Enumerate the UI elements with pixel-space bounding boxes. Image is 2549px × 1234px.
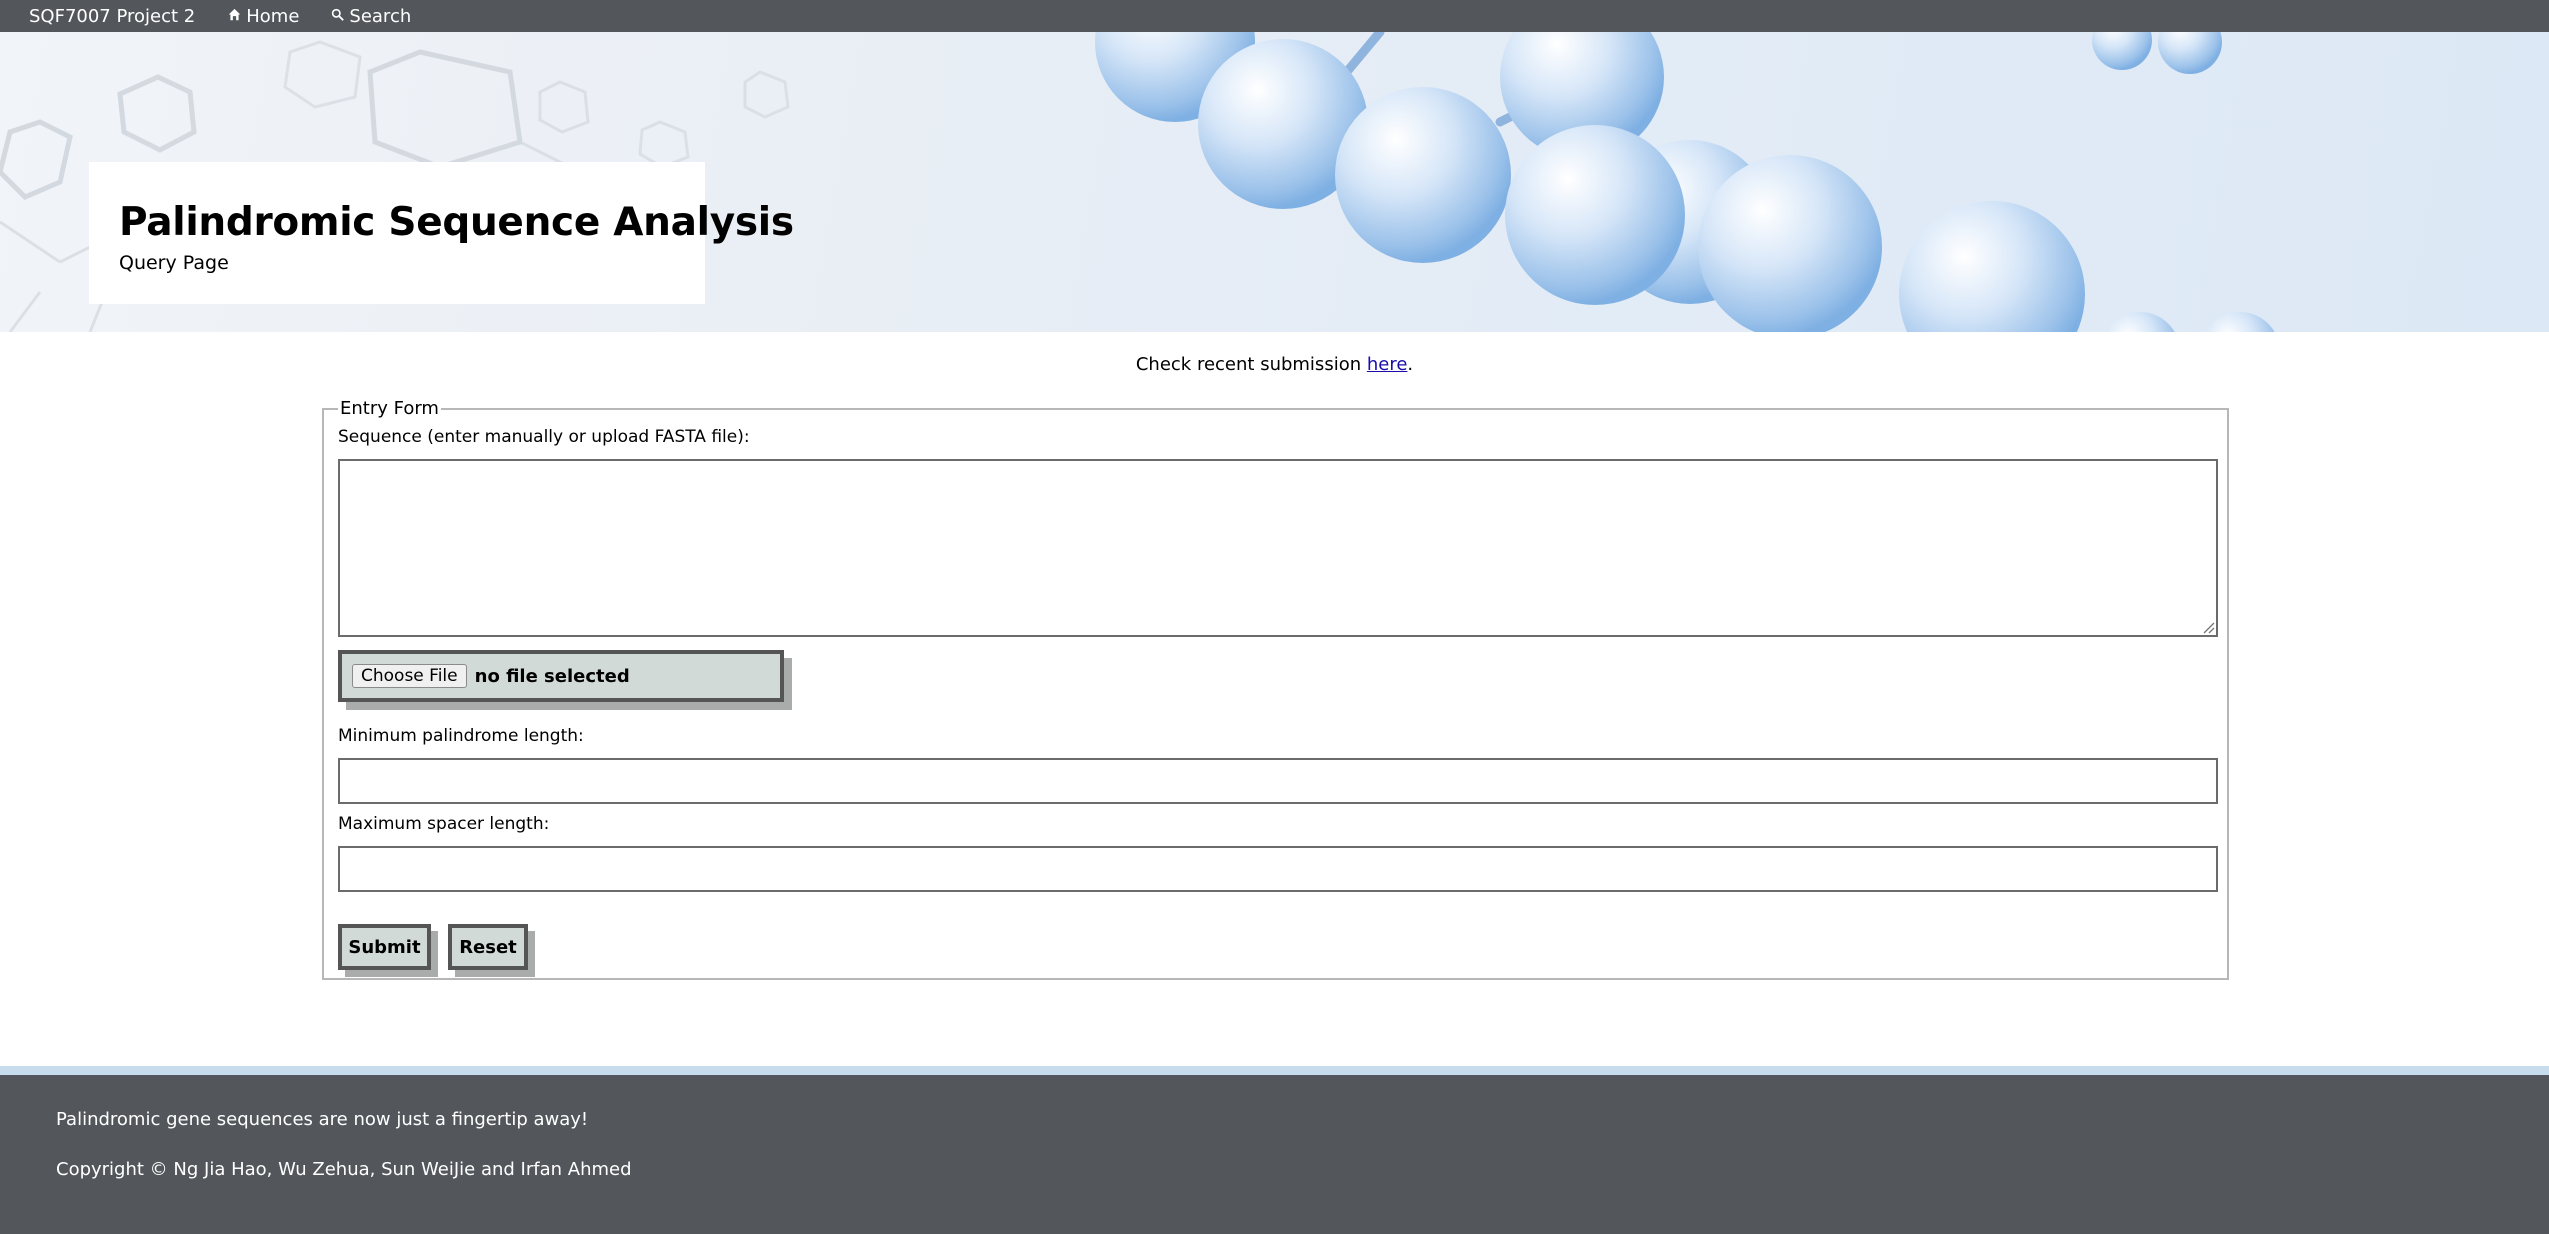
home-icon — [228, 7, 241, 25]
title-card: Palindromic Sequence Analysis Query Page — [89, 162, 794, 304]
nav-search-link[interactable]: Search — [331, 6, 411, 27]
sequence-textarea[interactable] — [338, 459, 2218, 637]
entry-form-legend: Entry Form — [338, 398, 441, 419]
min-palindrome-length-input[interactable] — [338, 758, 2218, 804]
nav-home-label: Home — [246, 5, 300, 27]
max-spacer-length-input[interactable] — [338, 846, 2218, 892]
entry-form: Entry Form Sequence (enter manually or u… — [322, 398, 2229, 980]
top-nav: SQF7007 Project 2 Home Search — [0, 0, 2549, 32]
nav-search-label: Search — [349, 5, 412, 27]
recent-submission-text: Check recent submission — [1135, 354, 1367, 375]
recent-submission-suffix: . — [1407, 354, 1414, 375]
hero-banner: Palindromic Sequence Analysis Query Page — [0, 32, 2549, 332]
footer: Palindromic gene sequences are now just … — [0, 1075, 2549, 1234]
sequence-label: Sequence (enter manually or upload FASTA… — [338, 427, 750, 447]
footer-copyright: Copyright © Ng Jia Hao, Wu Zehua, Sun We… — [56, 1159, 632, 1180]
page-title: Palindromic Sequence Analysis — [119, 200, 794, 245]
recent-submission-notice: Check recent submission here. — [0, 354, 2549, 375]
page-subtitle: Query Page — [119, 252, 229, 274]
reset-button[interactable]: Reset — [448, 924, 528, 970]
submit-button[interactable]: Submit — [338, 924, 431, 970]
choose-file-button[interactable]: Choose File — [352, 664, 467, 688]
recent-submission-link[interactable]: here — [1367, 354, 1408, 375]
footer-accent-bar — [0, 1066, 2549, 1075]
search-icon — [331, 7, 345, 25]
file-status-text: no file selected — [474, 665, 630, 687]
nav-home-link[interactable]: Home — [228, 6, 299, 27]
footer-tagline: Palindromic gene sequences are now just … — [56, 1109, 589, 1130]
file-upload[interactable]: Choose File no file selected — [338, 650, 784, 702]
brand-link[interactable]: SQF7007 Project 2 — [29, 6, 195, 27]
max-spacer-length-label: Maximum spacer length: — [338, 814, 550, 834]
min-palindrome-length-label: Minimum palindrome length: — [338, 726, 584, 746]
resize-grip-icon[interactable] — [2203, 622, 2215, 634]
